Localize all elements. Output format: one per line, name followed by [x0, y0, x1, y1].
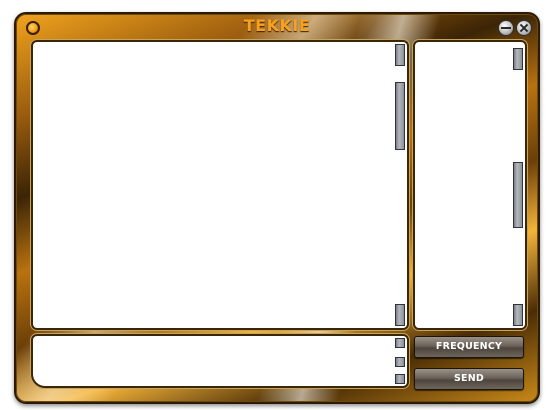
user-list-scroll-thumb[interactable]: [513, 162, 523, 228]
message-input-scrollbar[interactable]: [395, 338, 405, 384]
minimize-icon[interactable]: [498, 20, 514, 36]
chat-log-scrollbar[interactable]: [395, 44, 405, 326]
message-input-scroll-down-button[interactable]: [395, 374, 405, 384]
message-input-scroll-up-button[interactable]: [395, 338, 405, 348]
tekkie-window: TEKKIE FREQUENCY SEND: [14, 12, 540, 404]
chat-log-pane[interactable]: [31, 40, 409, 330]
send-button[interactable]: SEND: [414, 368, 524, 390]
close-icon[interactable]: [516, 20, 532, 36]
message-input-field[interactable]: [31, 334, 409, 388]
frequency-button[interactable]: FREQUENCY: [414, 336, 524, 358]
message-input-scroll-thumb[interactable]: [395, 357, 405, 367]
window-title: TEKKIE: [243, 16, 311, 35]
chat-log-scroll-down-button[interactable]: [395, 304, 405, 326]
chat-log-scroll-up-button[interactable]: [395, 44, 405, 66]
user-list-scroll-down-button[interactable]: [513, 304, 523, 326]
user-list-scrollbar[interactable]: [513, 44, 523, 326]
user-list-scroll-up-button[interactable]: [513, 48, 523, 70]
chat-log-scroll-thumb[interactable]: [395, 82, 405, 150]
user-list-pane[interactable]: [413, 40, 527, 330]
